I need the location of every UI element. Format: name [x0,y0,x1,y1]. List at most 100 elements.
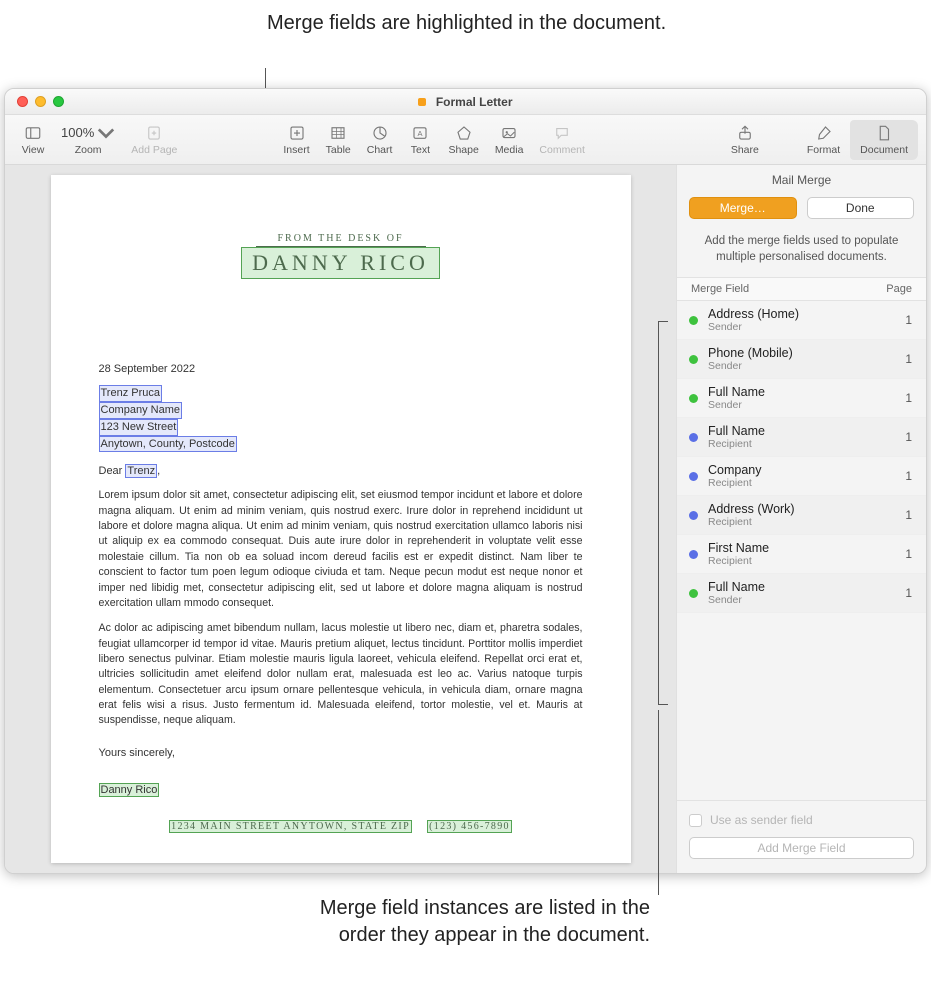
insert-icon [288,124,306,142]
merge-field-text: First NameRecipient [708,541,895,567]
merge-field-text: Full NameSender [708,580,895,606]
merge-field-name: Full Name [708,580,895,594]
recipient-address-block: Trenz Pruca Company Name 123 New Street … [99,385,583,452]
chart-button[interactable]: Chart [359,120,401,160]
media-button[interactable]: Media [487,120,532,160]
merge-field-color-dot [689,472,698,481]
merge-field-name: Company [708,463,895,477]
sidebar-description: Add the merge fields used to populate mu… [677,231,926,278]
letterhead: FROM THE DESK OF DANNY RICO [99,233,583,279]
brush-icon [815,124,833,142]
document-icon [418,98,426,106]
signature-name-field[interactable]: Danny Rico [99,783,160,797]
recipient-street-field[interactable]: 123 New Street [99,419,179,436]
merge-field-color-dot [689,433,698,442]
footer-address-field[interactable]: 1234 MAIN STREET ANYTOWN, STATE ZIP [169,820,412,833]
toolbar: View 100% Zoom Add Page Insert Table Cha… [5,115,926,165]
comment-icon [553,124,571,142]
merge-field-name: Phone (Mobile) [708,346,895,360]
merge-field-row[interactable]: Address (Work)Recipient1 [677,496,926,535]
merge-field-name: Address (Work) [708,502,895,516]
merge-field-page: 1 [905,313,912,327]
merge-field-row[interactable]: CompanyRecipient1 [677,457,926,496]
merge-field-name: Full Name [708,424,895,438]
footer: 1234 MAIN STREET ANYTOWN, STATE ZIP (123… [99,820,583,833]
merge-button[interactable]: Merge… [689,197,797,219]
zoom-value: 100% [61,125,94,140]
table-label: Table [326,144,351,156]
use-as-sender-label: Use as sender field [710,813,813,827]
merge-field-row[interactable]: First NameRecipient 1 [677,535,926,574]
text-button[interactable]: A Text [400,120,440,160]
comment-button[interactable]: Comment [531,120,593,160]
merge-field-color-dot [689,589,698,598]
share-button[interactable]: Share [723,120,767,160]
merge-field-name: Address (Home) [708,307,895,321]
recipient-city-field[interactable]: Anytown, County, Postcode [99,436,237,453]
share-icon [736,124,754,142]
merge-field-row[interactable]: Phone (Mobile)Sender 1 [677,340,926,379]
merge-field-name: First Name [708,541,895,555]
view-button[interactable]: View [13,120,53,160]
merge-field-source: Sender [708,360,895,372]
merge-field-row[interactable]: Full NameSender 1 [677,574,926,613]
table-icon [329,124,347,142]
merge-field-page: 1 [905,352,912,366]
merge-field-row[interactable]: Full NameRecipient 1 [677,418,926,457]
plus-icon [145,124,163,142]
merge-field-text: Full NameRecipient [708,424,895,450]
signoff: Yours sincerely, [99,747,583,759]
svg-text:A: A [418,129,423,138]
merge-field-source: Recipient [708,438,895,450]
document-canvas[interactable]: FROM THE DESK OF DANNY RICO 28 September… [5,165,676,873]
merge-field-source: Sender [708,399,895,411]
column-field: Merge Field [691,283,886,295]
merge-field-color-dot [689,511,698,520]
merge-field-source: Recipient [708,516,895,528]
merge-field-row[interactable]: Full NameSender1 [677,379,926,418]
footer-phone-field[interactable]: (123) 456-7890 [427,820,512,833]
merge-field-name: Full Name [708,385,895,399]
document-label: Document [860,144,908,156]
done-button[interactable]: Done [807,197,915,219]
merge-field-page: 1 [905,586,912,600]
titlebar: Formal Letter [5,89,926,115]
inspector-tabs: Format Document [797,120,918,160]
salutation-prefix: Dear [99,465,126,477]
share-label: Share [731,144,759,156]
callout-top: Merge fields are highlighted in the docu… [267,10,666,37]
insert-button[interactable]: Insert [275,120,317,160]
add-page-button[interactable]: Add Page [123,120,185,160]
zoom-button[interactable]: 100% Zoom [53,120,123,160]
merge-field-text: CompanyRecipient [708,463,895,489]
zoom-label: Zoom [75,144,102,156]
sidebar-icon [24,124,42,142]
salutation: Dear Trenz, [99,464,583,478]
add-merge-field-button[interactable]: Add Merge Field [689,837,914,859]
use-as-sender-checkbox[interactable] [689,814,702,827]
sender-name-field[interactable]: DANNY RICO [241,247,440,279]
shape-icon [455,124,473,142]
document-tab[interactable]: Document [850,120,918,160]
table-button[interactable]: Table [318,120,359,160]
chevron-down-icon [97,124,115,142]
salutation-name-field[interactable]: Trenz [125,464,157,478]
document-icon [875,124,893,142]
body-paragraph-1: Lorem ipsum dolor sit amet, consectetur … [99,488,583,611]
merge-field-text: Address (Work)Recipient [708,502,895,528]
merge-field-text: Phone (Mobile)Sender [708,346,895,372]
format-tab[interactable]: Format [797,120,850,160]
merge-field-page: 1 [905,430,912,444]
media-icon [500,124,518,142]
merge-field-row[interactable]: Address (Home)Sender1 [677,301,926,340]
window-title: Formal Letter [5,95,926,109]
merge-field-color-dot [689,394,698,403]
text-label: Text [411,144,430,156]
chart-icon [371,124,389,142]
recipient-name-field[interactable]: Trenz Pruca [99,385,163,402]
shape-button[interactable]: Shape [440,120,486,160]
recipient-company-field[interactable]: Company Name [99,402,182,419]
merge-field-page: 1 [905,547,912,561]
app-window: Formal Letter View 100% Zoom Add Page In… [4,88,927,874]
merge-field-list[interactable]: Address (Home)Sender1Phone (Mobile)Sende… [677,301,926,800]
